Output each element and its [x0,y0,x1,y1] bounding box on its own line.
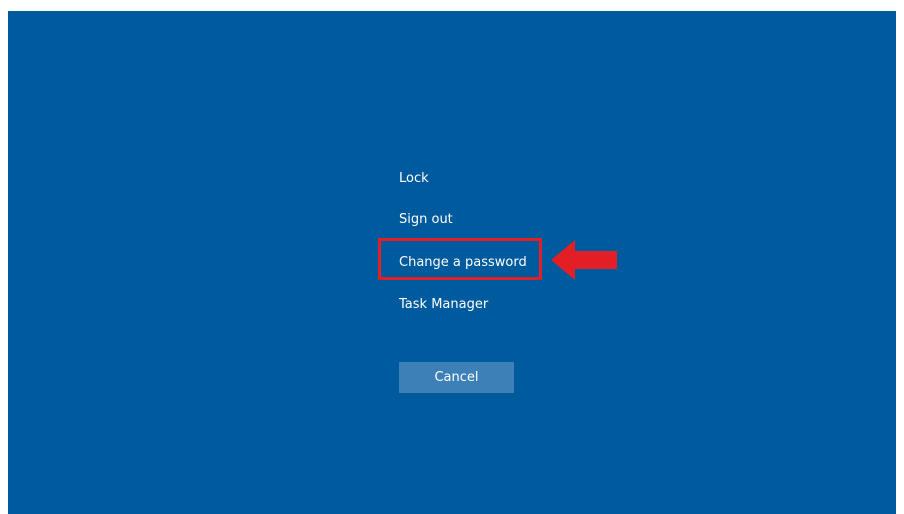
cancel-button[interactable]: Cancel [399,362,514,393]
lock-option[interactable]: Lock [399,170,429,188]
red-arrow-left-icon [551,240,617,280]
task-manager-option[interactable]: Task Manager [399,296,488,314]
highlight-box [378,238,542,280]
sign-out-option[interactable]: Sign out [399,211,453,229]
security-options-screen: Lock Sign out Change a password Task Man… [8,11,896,514]
